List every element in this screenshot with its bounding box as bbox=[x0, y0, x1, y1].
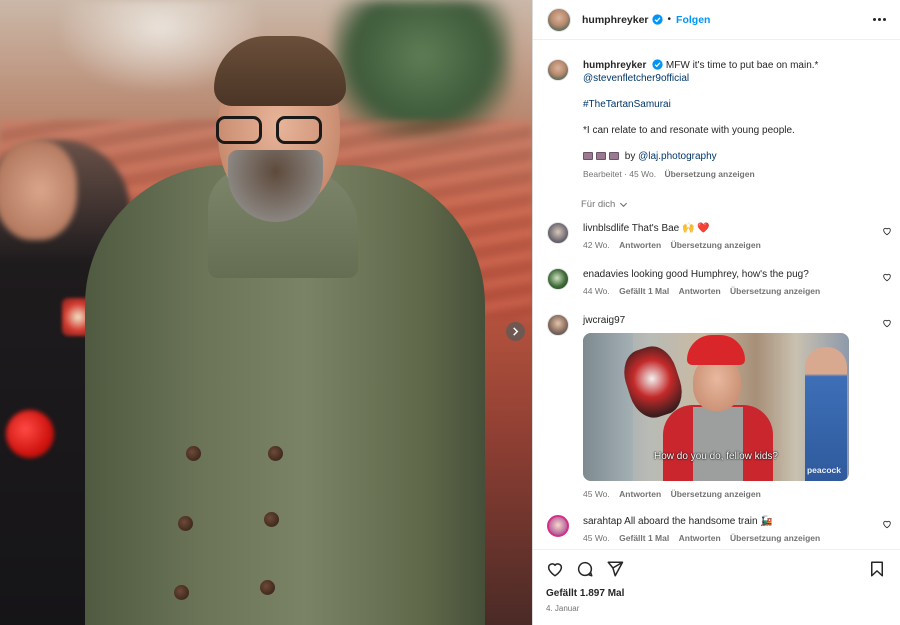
comments-scroll-area[interactable]: humphreyker MFW it's time to put bae on … bbox=[533, 41, 900, 549]
caption-mention-link[interactable]: @stevenfletcher9official bbox=[583, 73, 689, 84]
coat-button bbox=[268, 446, 283, 461]
caption-author-avatar[interactable] bbox=[547, 59, 569, 81]
comment-gif[interactable]: How do you do, fellow kids? peacock bbox=[583, 333, 849, 481]
coat-button bbox=[174, 585, 189, 600]
photo-microphone bbox=[6, 410, 54, 458]
photo-subject-hair bbox=[214, 36, 346, 106]
translate-button[interactable]: Übersetzung anzeigen bbox=[671, 240, 761, 250]
comment-likes-count[interactable]: Gefällt 1 Mal bbox=[619, 533, 669, 543]
comment-like-heart-icon[interactable] bbox=[882, 226, 892, 236]
coat-button bbox=[264, 512, 279, 527]
post-caption: humphreyker MFW it's time to put bae on … bbox=[533, 41, 900, 181]
for-you-filter[interactable]: Für dich bbox=[533, 181, 900, 210]
comment-item: livnblsdlife That's Bae 🙌 ❤️ 42 Wo. Antw… bbox=[533, 222, 900, 250]
comment-like-heart-icon[interactable] bbox=[882, 318, 892, 328]
photo-background-foliage bbox=[332, 0, 512, 140]
coat-button bbox=[178, 516, 193, 531]
for-you-label: Für dich bbox=[581, 199, 616, 210]
follow-button[interactable]: Folgen bbox=[676, 14, 710, 26]
bookmark-icon[interactable] bbox=[868, 560, 886, 578]
more-options-icon bbox=[873, 18, 876, 21]
reply-button[interactable]: Antworten bbox=[619, 240, 661, 250]
post-header: humphreyker • Folgen bbox=[533, 0, 900, 40]
next-photo-button[interactable] bbox=[506, 322, 525, 341]
comment-username[interactable]: enadavies bbox=[583, 269, 629, 280]
caption-footnote: *I can relate to and resonate with young… bbox=[583, 125, 795, 136]
comment-age: 45 Wo. bbox=[583, 533, 610, 543]
translate-button[interactable]: Übersetzung anzeigen bbox=[730, 286, 820, 296]
translate-button[interactable]: Übersetzung anzeigen bbox=[730, 533, 820, 543]
comment-age: 44 Wo. bbox=[583, 286, 610, 296]
comment-username[interactable]: livnblsdlife bbox=[583, 223, 629, 234]
translate-button[interactable]: Übersetzung anzeigen bbox=[671, 489, 761, 499]
commenter-avatar[interactable] bbox=[547, 515, 569, 537]
photo-bystander-head bbox=[0, 140, 77, 240]
share-icon[interactable] bbox=[606, 560, 624, 578]
comment-age: 45 Wo. bbox=[583, 489, 610, 499]
comment-item: enadavies looking good Humphrey, how's t… bbox=[533, 268, 900, 296]
reply-button[interactable]: Antworten bbox=[679, 533, 721, 543]
gif-watermark: peacock bbox=[806, 465, 841, 475]
header-separator: • bbox=[667, 14, 672, 25]
comment-likes-count[interactable]: Gefällt 1 Mal bbox=[619, 286, 669, 296]
reply-button[interactable]: Antworten bbox=[619, 489, 661, 499]
chevron-down-icon bbox=[620, 202, 628, 208]
commenter-avatar[interactable] bbox=[547, 314, 569, 336]
comment-like-heart-icon[interactable] bbox=[882, 519, 892, 529]
verified-badge-icon bbox=[652, 59, 663, 70]
comment-like-heart-icon[interactable] bbox=[882, 272, 892, 282]
gif-subtitle: How do you do, fellow kids? bbox=[654, 451, 778, 462]
commenter-avatar[interactable] bbox=[547, 222, 569, 244]
heart-icon[interactable] bbox=[546, 560, 564, 578]
caption-translate-button[interactable]: Übersetzung anzeigen bbox=[664, 169, 754, 179]
comment-item: sarahtap All aboard the handsome train 🚂… bbox=[533, 515, 900, 543]
coat-button bbox=[186, 446, 201, 461]
camera-emoji-icons bbox=[583, 152, 619, 160]
caption-text: MFW it's time to put bae on main.* bbox=[665, 60, 819, 71]
post-likes-count[interactable]: Gefällt 1.897 Mal bbox=[533, 578, 900, 599]
commenter-avatar[interactable] bbox=[547, 268, 569, 290]
post-detail-panel: humphreyker • Folgen humphreyker MFW it'… bbox=[532, 0, 900, 625]
comment-text: looking good Humphrey, how's the pug? bbox=[631, 269, 809, 280]
author-username[interactable]: humphreyker bbox=[582, 14, 649, 26]
comment-age: 42 Wo. bbox=[583, 240, 610, 250]
more-options-button[interactable] bbox=[869, 14, 890, 25]
reply-button[interactable]: Antworten bbox=[679, 286, 721, 296]
photo-subject-glasses bbox=[214, 116, 326, 146]
verified-badge-icon bbox=[651, 14, 663, 25]
comment-text: All aboard the handsome train 🚂 bbox=[624, 516, 773, 527]
author-avatar[interactable] bbox=[547, 7, 571, 32]
photographer-link[interactable]: @laj.photography bbox=[638, 151, 717, 162]
caption-edited-age: Bearbeitet · 45 Wo. bbox=[583, 169, 657, 179]
comment-username[interactable]: jwcraig97 bbox=[583, 315, 625, 326]
caption-username[interactable]: humphreyker bbox=[583, 60, 646, 71]
credit-prefix: by bbox=[624, 151, 636, 162]
post-date: 4. Januar bbox=[546, 604, 580, 613]
coat-button bbox=[260, 580, 275, 595]
post-photo[interactable] bbox=[0, 0, 532, 625]
comment-username[interactable]: sarahtap bbox=[583, 516, 622, 527]
post-actions-bar: Gefällt 1.897 Mal 4. Januar bbox=[533, 549, 900, 625]
comment-icon[interactable] bbox=[576, 560, 594, 578]
caption-meta: Bearbeitet · 45 Wo. Übersetzung anzeigen bbox=[583, 168, 818, 181]
comment-text: That's Bae 🙌 ❤️ bbox=[631, 223, 710, 234]
caption-hashtag-link[interactable]: #TheTartanSamurai bbox=[583, 99, 671, 110]
chevron-right-icon bbox=[513, 327, 519, 336]
comment-item: jwcraig97 How do you do, fellow kids? pe… bbox=[533, 314, 900, 499]
